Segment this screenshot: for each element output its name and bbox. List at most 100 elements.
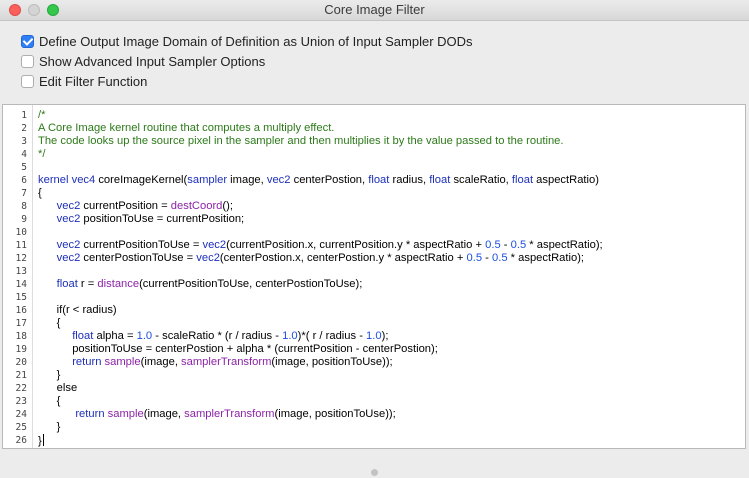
code-token: float: [429, 174, 451, 186]
options-group: Define Output Image Domain of Definition…: [21, 31, 473, 91]
code-token: vec2: [56, 239, 81, 251]
code-token: */: [38, 148, 46, 160]
line-number: 12: [15, 253, 27, 264]
line-number-gutter: 1 2 3 4 5 6 7 8 9 10 11 12 13 14 15 16 17 18 19 20 21 22 23 24 2…: [3, 105, 33, 448]
line-number: 20: [15, 357, 27, 368]
option-show-advanced[interactable]: Show Advanced Input Sampler Options: [21, 51, 473, 71]
code-token: {: [38, 395, 61, 407]
line-number: 26: [15, 435, 27, 446]
line-number: 14: [15, 279, 27, 290]
code-token: sample: [107, 408, 144, 420]
code-token: sample: [104, 356, 141, 368]
code-token: );: [381, 330, 389, 342]
code-line: positionToUse = centerPostion + alpha * …: [38, 343, 745, 356]
line-number: 6: [21, 175, 27, 186]
code-line: {: [38, 187, 745, 200]
checkbox-define-output-dod[interactable]: [21, 34, 34, 48]
code-line: else: [38, 382, 745, 395]
line-number: 21: [15, 370, 27, 381]
code-token: vec2: [202, 239, 227, 251]
code-text-area[interactable]: /* A Core Image kernel routine that compu…: [38, 109, 745, 447]
code-line: The code looks up the source pixel in th…: [38, 135, 745, 148]
option-define-output-dod[interactable]: Define Output Image Domain of Definition…: [21, 31, 473, 51]
code-line: */: [38, 148, 745, 161]
code-token: float: [368, 174, 390, 186]
code-line: if(r < radius): [38, 304, 745, 317]
code-token: float: [56, 278, 78, 290]
code-token: currentPositionToUse =: [80, 239, 203, 251]
title-bar[interactable]: Core Image Filter: [0, 0, 749, 21]
kernel-code-editor[interactable]: 1 2 3 4 5 6 7 8 9 10 11 12 13 14 15 16 17 18 19 20 21 22 23 24 2…: [2, 104, 746, 449]
code-token: * aspectRatio);: [526, 239, 603, 251]
line-number: 18: [15, 331, 27, 342]
code-token: scaleRatio,: [450, 174, 512, 186]
code-line: vec2 currentPosition = destCoord();: [38, 200, 745, 213]
code-token: currentPosition =: [80, 200, 171, 212]
code-token: image,: [227, 174, 267, 186]
code-line: float alpha = 1.0 - scaleRatio * (r / ra…: [38, 330, 745, 343]
code-token: return: [72, 356, 102, 368]
code-token: samplerTransform: [184, 408, 275, 420]
code-token: (image, positionToUse));: [271, 356, 393, 368]
line-number: 11: [15, 240, 27, 251]
line-number: 9: [21, 214, 27, 225]
checkbox-show-advanced[interactable]: [21, 54, 34, 68]
code-line: }: [38, 421, 745, 434]
code-line: return sample(image, samplerTransform(im…: [38, 356, 745, 369]
code-token: 1.0: [366, 330, 382, 342]
line-number: 5: [21, 162, 27, 173]
resize-handle-icon[interactable]: [371, 469, 378, 476]
line-number: 24: [15, 409, 27, 420]
checkbox-label: Show Advanced Input Sampler Options: [39, 53, 266, 69]
line-number: 1: [21, 110, 27, 121]
code-token: (currentPosition.x, currentPosition.y * …: [226, 239, 486, 251]
code-token: vec2: [196, 252, 220, 264]
code-token: float: [511, 174, 534, 186]
code-token: radius,: [389, 174, 430, 186]
code-token: /*: [38, 109, 46, 121]
code-token: else: [38, 382, 78, 394]
line-number: 15: [15, 292, 27, 303]
code-token: - scaleRatio * (r / radius -: [152, 330, 283, 342]
code-line: /*: [38, 109, 745, 122]
code-token: kernel: [38, 174, 69, 186]
code-token: (image, positionToUse));: [274, 408, 396, 420]
window-title: Core Image Filter: [324, 2, 425, 17]
code-token: coreImageKernel(: [95, 174, 188, 186]
line-number: 2: [21, 123, 27, 134]
code-token: (image,: [143, 408, 185, 420]
checkbox-label: Edit Filter Function: [39, 73, 148, 89]
code-token: centerPostion,: [290, 174, 369, 186]
code-token: vec2: [266, 174, 291, 186]
code-token: 0.5: [510, 239, 527, 251]
code-token: 1.0: [282, 330, 298, 342]
code-token: {: [38, 187, 42, 199]
code-token: A Core Image kernel routine that compute…: [38, 122, 335, 134]
code-line: float r = distance(currentPositionToUse,…: [38, 278, 745, 291]
code-token: centerPostionToUse =: [80, 252, 197, 264]
code-token: sampler: [187, 174, 228, 186]
line-number: 19: [15, 344, 27, 355]
line-number: 10: [15, 227, 27, 238]
checkbox-edit-filter-function[interactable]: [21, 74, 34, 88]
code-token: destCoord: [170, 200, 223, 212]
code-token: positionToUse = currentPosition;: [80, 213, 245, 225]
code-token: ();: [222, 200, 233, 212]
line-number: 17: [15, 318, 27, 329]
code-token: 0.5: [492, 252, 508, 264]
code-line: vec2 currentPositionToUse = vec2(current…: [38, 239, 745, 252]
code-token: )*( r / radius -: [297, 330, 367, 342]
line-number: 13: [15, 266, 27, 277]
option-edit-filter-function[interactable]: Edit Filter Function: [21, 71, 473, 91]
code-token: -: [500, 239, 511, 251]
code-line: }: [38, 369, 745, 382]
